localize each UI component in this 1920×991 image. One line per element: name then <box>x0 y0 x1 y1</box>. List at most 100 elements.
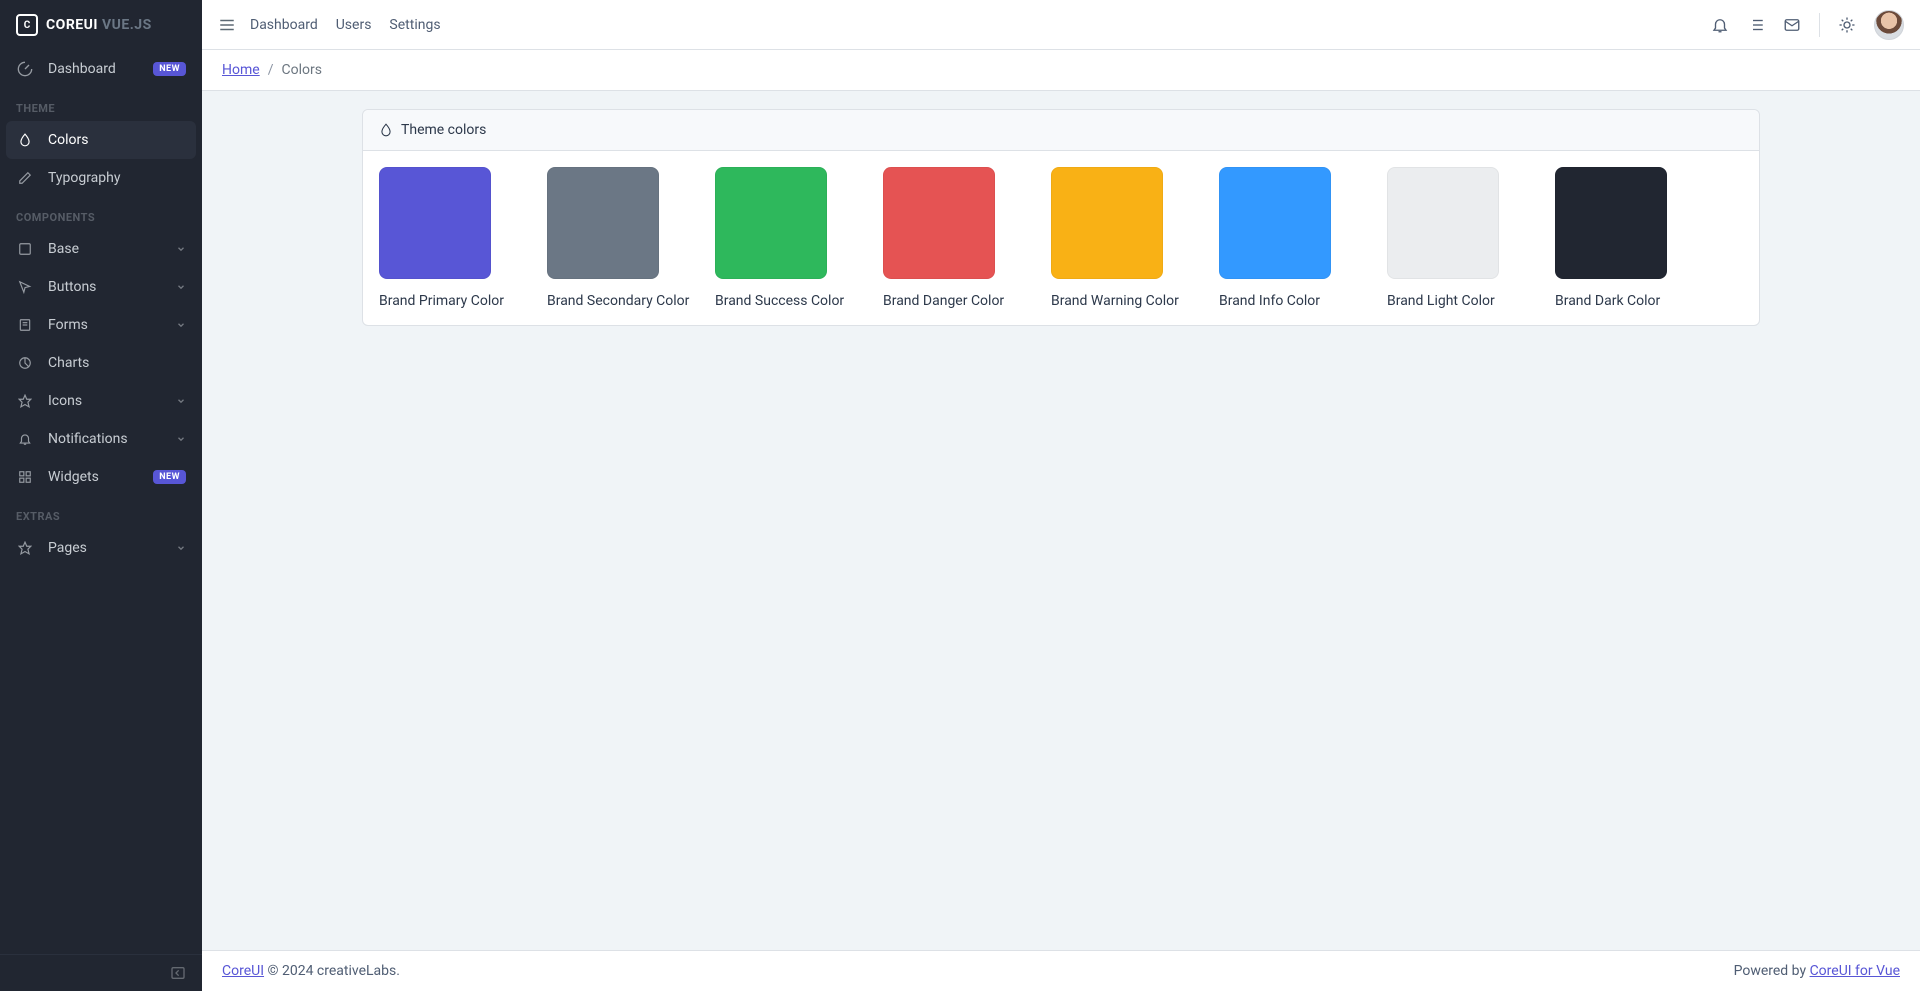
sidebar: C COREUI VUE.JS Dashboard NEW THEME Colo… <box>0 0 202 991</box>
sidebar-title-components: COMPONENTS <box>0 197 202 230</box>
sidebar-item-colors[interactable]: Colors <box>6 121 196 159</box>
swatch-label: Brand Success Color <box>715 293 827 309</box>
subheader: Home / Colors <box>202 50 1920 91</box>
sidebar-item-label: Pages <box>48 540 87 556</box>
drop-icon <box>379 123 393 137</box>
color-swatch: Brand Dark Color <box>1555 167 1667 309</box>
chart-icon <box>16 354 34 372</box>
swatch-box <box>715 167 827 279</box>
sidebar-nav: Dashboard NEW THEME Colors Typography CO… <box>0 50 202 954</box>
sidebar-item-label: Base <box>48 241 79 257</box>
footer-powered: Powered by <box>1734 963 1810 979</box>
card-title: Theme colors <box>401 122 486 138</box>
swatch-box <box>1051 167 1163 279</box>
main: Dashboard Users Settings <box>202 0 1920 991</box>
swatch-box <box>1387 167 1499 279</box>
puzzle-icon <box>16 240 34 258</box>
header-link-dashboard[interactable]: Dashboard <box>250 17 318 33</box>
color-swatch: Brand Light Color <box>1387 167 1499 309</box>
cursor-icon <box>16 278 34 296</box>
menu-toggle-icon[interactable] <box>218 16 236 34</box>
bell-icon <box>16 430 34 448</box>
chevron-down-icon <box>176 320 186 330</box>
color-swatch: Brand Primary Color <box>379 167 491 309</box>
color-swatch: Brand Secondary Color <box>547 167 659 309</box>
bell-icon[interactable] <box>1711 16 1729 34</box>
notes-icon <box>16 316 34 334</box>
collapse-sidebar-icon[interactable] <box>170 965 186 981</box>
sidebar-item-charts[interactable]: Charts <box>0 344 202 382</box>
breadcrumb-current: Colors <box>281 62 321 78</box>
swatch-label: Brand Secondary Color <box>547 293 659 309</box>
sidebar-item-widgets[interactable]: Widgets NEW <box>0 458 202 496</box>
color-swatch: Brand Info Color <box>1219 167 1331 309</box>
swatch-box <box>1555 167 1667 279</box>
chevron-down-icon <box>176 434 186 444</box>
sidebar-item-label: Charts <box>48 355 89 371</box>
list-icon[interactable] <box>1747 16 1765 34</box>
grid-icon <box>16 468 34 486</box>
sidebar-item-label: Typography <box>48 170 120 186</box>
brand[interactable]: C COREUI VUE.JS <box>0 0 202 50</box>
swatch-box <box>547 167 659 279</box>
badge-new: NEW <box>153 470 186 484</box>
swatch-label: Brand Primary Color <box>379 293 491 309</box>
chevron-down-icon <box>176 282 186 292</box>
header-nav: Dashboard Users Settings <box>250 17 441 33</box>
footer-link-coreui[interactable]: CoreUI <box>222 963 264 979</box>
header-link-settings[interactable]: Settings <box>389 17 440 33</box>
sidebar-item-pages[interactable]: Pages <box>0 529 202 567</box>
sidebar-item-base[interactable]: Base <box>0 230 202 268</box>
breadcrumb-home[interactable]: Home <box>222 62 260 78</box>
swatch-grid: Brand Primary Color Brand Secondary Color… <box>379 167 1743 309</box>
sidebar-item-buttons[interactable]: Buttons <box>0 268 202 306</box>
chevron-down-icon <box>176 543 186 553</box>
content: Theme colors Brand Primary Color Brand Se… <box>202 91 1920 950</box>
badge-new: NEW <box>153 62 186 76</box>
star-icon <box>16 539 34 557</box>
color-swatch: Brand Danger Color <box>883 167 995 309</box>
sidebar-item-label: Colors <box>48 132 88 148</box>
swatch-box <box>379 167 491 279</box>
pencil-icon <box>16 169 34 187</box>
card-theme-colors: Theme colors Brand Primary Color Brand Se… <box>362 109 1760 326</box>
sidebar-item-notifications[interactable]: Notifications <box>0 420 202 458</box>
header-link-users[interactable]: Users <box>336 17 372 33</box>
envelope-icon[interactable] <box>1783 16 1801 34</box>
sidebar-item-label: Icons <box>48 393 82 409</box>
sidebar-item-forms[interactable]: Forms <box>0 306 202 344</box>
card-header: Theme colors <box>363 110 1759 151</box>
footer-link-coreui-vue[interactable]: CoreUI for Vue <box>1810 963 1900 979</box>
chevron-down-icon <box>176 396 186 406</box>
card-body: Brand Primary Color Brand Secondary Color… <box>363 151 1759 325</box>
footer-left: CoreUI © 2024 creativeLabs. <box>222 963 400 979</box>
brand-text: COREUI VUE.JS <box>46 17 152 33</box>
brand-logo-icon: C <box>16 14 38 36</box>
color-swatch: Brand Warning Color <box>1051 167 1163 309</box>
star-icon <box>16 392 34 410</box>
sun-icon[interactable] <box>1838 16 1856 34</box>
swatch-box <box>883 167 995 279</box>
speedometer-icon <box>16 60 34 78</box>
sidebar-item-label: Notifications <box>48 431 128 447</box>
sidebar-item-dashboard[interactable]: Dashboard NEW <box>0 50 202 88</box>
sidebar-item-icons[interactable]: Icons <box>0 382 202 420</box>
swatch-label: Brand Warning Color <box>1051 293 1163 309</box>
sidebar-footer <box>0 954 202 991</box>
chevron-down-icon <box>176 244 186 254</box>
swatch-label: Brand Light Color <box>1387 293 1499 309</box>
footer-copy: © 2024 creativeLabs. <box>264 963 400 979</box>
sidebar-item-label: Buttons <box>48 279 96 295</box>
sidebar-item-typography[interactable]: Typography <box>0 159 202 197</box>
sidebar-item-label: Dashboard <box>48 61 116 77</box>
avatar[interactable] <box>1874 10 1904 40</box>
swatch-box <box>1219 167 1331 279</box>
color-swatch: Brand Success Color <box>715 167 827 309</box>
breadcrumb-sep: / <box>268 62 274 78</box>
swatch-label: Brand Danger Color <box>883 293 995 309</box>
swatch-label: Brand Info Color <box>1219 293 1331 309</box>
footer: CoreUI © 2024 creativeLabs. Powered by C… <box>202 950 1920 991</box>
divider <box>1819 13 1820 37</box>
footer-right: Powered by CoreUI for Vue <box>1734 963 1900 979</box>
swatch-label: Brand Dark Color <box>1555 293 1667 309</box>
